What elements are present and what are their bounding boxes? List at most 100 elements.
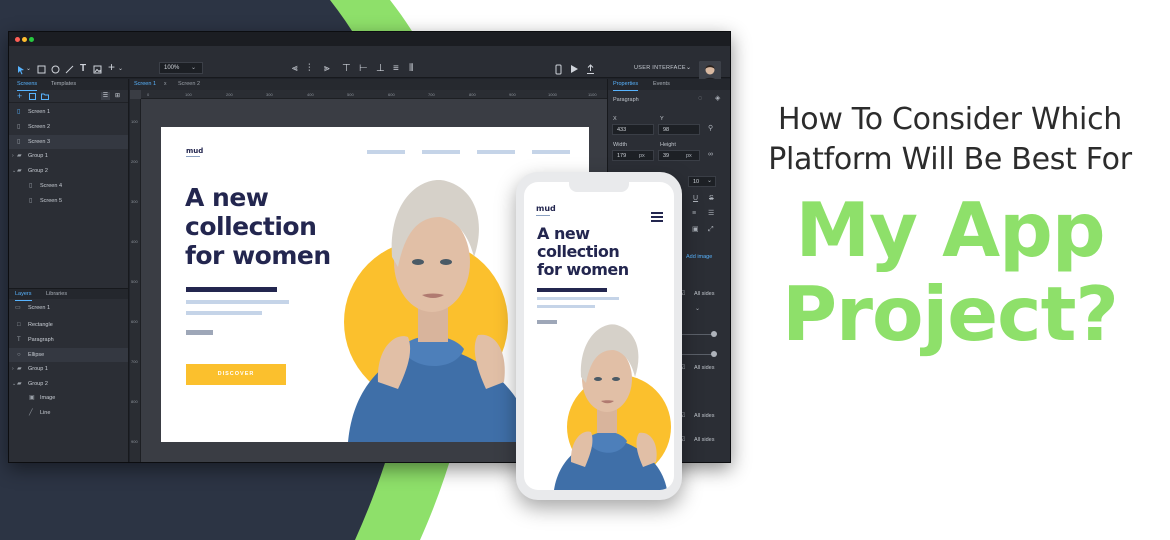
pin-icon[interactable]: ⚲ (708, 125, 713, 133)
align-justify-icon[interactable]: ≡ (692, 210, 696, 218)
align-top-icon[interactable]: ⊤ (342, 64, 351, 74)
maximize-window-dot[interactable] (29, 37, 34, 42)
height-unit[interactable]: px (686, 152, 692, 160)
group-item[interactable]: ⌄ ▰ Group 2 (9, 164, 128, 178)
slider-track[interactable] (680, 354, 714, 355)
add-icon[interactable]: + (108, 61, 115, 73)
zoom-select[interactable]: 100% (159, 62, 203, 74)
align-left-icon[interactable]: ⫷ (292, 64, 298, 74)
ellipse-icon[interactable] (51, 65, 60, 74)
screen-item[interactable]: ▯ Screen 2 (9, 120, 128, 134)
screen-item[interactable]: ▯ Screen 5 (9, 194, 128, 208)
ruler-tick: 600 (388, 92, 395, 97)
select-icon[interactable] (17, 65, 26, 75)
list-icon[interactable]: ☰ (708, 210, 714, 218)
export-icon[interactable] (586, 64, 595, 75)
slider-track[interactable] (680, 334, 714, 335)
layer-item[interactable]: ▭ Screen 1 (9, 301, 128, 315)
page-icon: ▯ (29, 198, 33, 204)
hamburger-menu-icon[interactable] (651, 212, 663, 222)
chevron-down-icon[interactable]: ⌄ (191, 62, 196, 74)
text-icon: T (17, 337, 21, 343)
align-bottom-icon[interactable]: ⊥ (376, 64, 385, 74)
text-icon[interactable]: T (80, 64, 86, 74)
chevron-down-icon[interactable]: ⌄ (12, 164, 16, 178)
align-right-icon[interactable]: ⫸ (324, 64, 330, 74)
layer-item[interactable]: ⌄ ▰ Group 2 (9, 377, 128, 391)
screen-item[interactable]: ▯ Screen 3 (9, 135, 128, 149)
chevron-down-icon[interactable]: ⌄ (707, 177, 712, 185)
add-image-link[interactable]: Add image (686, 253, 712, 261)
folder-icon: ▰ (17, 153, 22, 159)
tab-screen-2[interactable]: Screen 2 (178, 79, 200, 90)
nav-link-placeholder[interactable] (367, 150, 405, 154)
layer-item[interactable]: › ▰ Group 1 (9, 362, 128, 376)
add-icon[interactable]: + (17, 91, 22, 102)
group-item[interactable]: › ▰ Group 1 (9, 149, 128, 163)
ruler-tick: 400 (307, 92, 314, 97)
distribute-h-icon[interactable]: ⦀ (409, 64, 413, 74)
slider-handle[interactable] (711, 351, 717, 357)
image-icon[interactable] (29, 93, 36, 100)
link-icon[interactable]: ∞ (708, 151, 713, 159)
height-field[interactable]: 39 (658, 150, 700, 161)
chevron-right-icon[interactable]: › (12, 149, 14, 163)
ruler-tick: 500 (347, 92, 354, 97)
screen-item[interactable]: ▯ Screen 4 (9, 179, 128, 193)
folder-icon[interactable] (41, 93, 49, 100)
visibility-icon[interactable]: ◌ (698, 95, 702, 103)
discover-button[interactable]: DISCOVER (186, 364, 286, 385)
ruler-tick: 900 (509, 92, 516, 97)
layers-icon[interactable]: ◈ (715, 95, 720, 103)
layer-item[interactable]: T Paragraph (9, 333, 128, 347)
nav-link-placeholder[interactable] (477, 150, 515, 154)
align-middle-icon[interactable]: ⊢ (359, 64, 368, 74)
list-view-icon[interactable]: ☰ (101, 92, 110, 100)
distribute-icon[interactable]: ≡ (393, 64, 399, 74)
tab-events[interactable]: Events (653, 79, 670, 90)
mode-select-label[interactable]: USER INTERFACE (634, 64, 686, 72)
width-unit[interactable]: px (639, 152, 645, 160)
chevron-down-icon[interactable]: ⌄ (12, 377, 16, 391)
tab-templates[interactable]: Templates (51, 79, 76, 90)
chevron-down-icon[interactable]: ⌄ (118, 64, 123, 74)
layer-label: Line (40, 410, 51, 416)
tab-screen-1[interactable]: Screen 1 (134, 79, 156, 90)
nav-link-placeholder[interactable] (422, 150, 460, 154)
box-icon[interactable]: ▣ (692, 226, 699, 234)
underline-icon[interactable]: U (693, 195, 698, 203)
align-center-icon[interactable]: ⫶ (308, 64, 311, 74)
play-icon[interactable] (570, 64, 579, 74)
screen-item[interactable]: ▯ Screen 1 (9, 105, 128, 119)
chevron-right-icon[interactable]: › (12, 362, 14, 376)
chevron-down-icon[interactable]: ⌄ (686, 63, 691, 73)
device-icon[interactable] (555, 64, 562, 75)
width-field[interactable]: 179 (612, 150, 654, 161)
selected-element-label: Paragraph (613, 97, 639, 103)
layer-item[interactable]: ╱ Line (9, 406, 128, 420)
rectangle-icon[interactable] (37, 65, 46, 74)
y-field[interactable]: 98 (658, 124, 700, 135)
grid-view-icon[interactable]: ⊞ (113, 92, 122, 100)
strikethrough-icon[interactable]: S (709, 195, 714, 203)
chevron-down-icon[interactable]: ⌄ (695, 305, 700, 313)
nav-link-placeholder[interactable] (532, 150, 570, 154)
line-icon[interactable] (65, 65, 74, 74)
headline-line: How To Consider Which (778, 102, 1122, 137)
close-window-dot[interactable] (15, 37, 20, 42)
minimize-window-dot[interactable] (22, 37, 27, 42)
slider-handle[interactable] (711, 331, 717, 337)
layer-item[interactable]: ○ Ellipse (9, 348, 128, 362)
phone-screen[interactable]: mud A new collection for women (524, 182, 674, 490)
image-icon[interactable] (93, 65, 102, 74)
tab-properties[interactable]: Properties (613, 79, 639, 91)
chevron-down-icon[interactable]: ⌄ (26, 64, 31, 74)
tab-layers[interactable]: Layers (15, 289, 32, 301)
x-field[interactable]: 433 (612, 124, 654, 135)
folder-icon: ▰ (17, 381, 22, 387)
tab-libraries[interactable]: Libraries (46, 289, 67, 300)
close-icon[interactable]: x (164, 79, 167, 90)
layer-item[interactable]: □ Rectangle (9, 318, 128, 332)
layer-item[interactable]: ▣ Image (9, 391, 128, 405)
expand-icon[interactable]: ⤢ (708, 226, 714, 234)
